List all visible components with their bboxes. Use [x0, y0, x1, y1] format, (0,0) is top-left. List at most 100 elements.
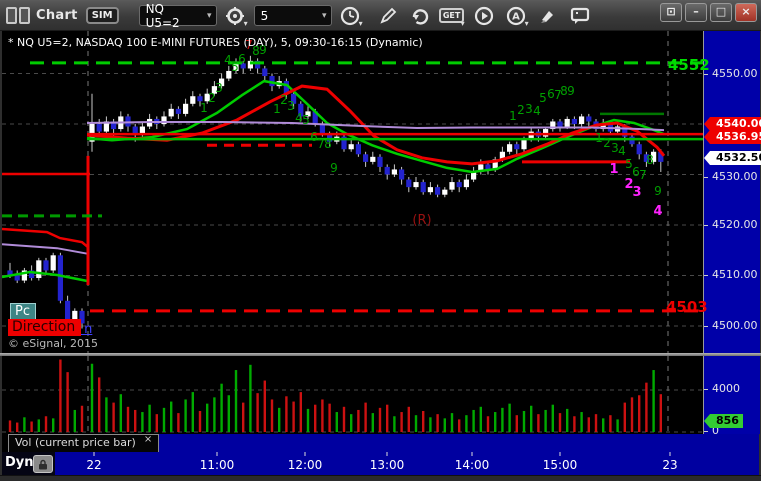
axis-tick: [304, 452, 306, 456]
time-axis-label: 11:00: [199, 458, 235, 472]
symbol-select[interactable]: NQ U5=2 ▾: [138, 2, 217, 30]
chart-title: * NQ U5=2, NASDAQ 100 E-MINI FUTURES (DA…: [8, 36, 423, 49]
get-studies-button[interactable]: GET ▾: [438, 5, 465, 28]
price-axis-label: 4530.00: [712, 170, 758, 183]
minimize-button[interactable]: –: [685, 3, 707, 22]
price-marker-bubble: 4536.95: [703, 130, 761, 144]
axis-tick: [704, 389, 708, 390]
time-axis-label: 12:00: [287, 458, 323, 472]
resistance-level-label: 4552: [668, 56, 710, 74]
chevron-down-icon: ▾: [207, 10, 212, 21]
chevron-down-icon: ▾: [524, 18, 529, 28]
axis-tick: [704, 275, 708, 276]
price-marker-bubble: 856: [704, 414, 743, 428]
trade-count-annotation: 9: [330, 161, 338, 175]
price-axis-label: 4510.00: [712, 268, 758, 281]
maximize-button[interactable]: □: [710, 3, 732, 22]
price-marker-bubble: 4532.50: [703, 151, 761, 165]
chevron-down-icon: ▾: [358, 18, 363, 28]
symbol-value: NQ U5=2: [145, 1, 180, 30]
price-marker-bubble: 4540.00: [703, 117, 761, 131]
window-controls: ⊡ – □ ×: [660, 3, 757, 22]
prev-day-purple-ma: [1, 243, 89, 255]
toolbar: Chart SIM NQ U5=2 ▾ ▾ 5 ▾ ▾ GET ▾ A ▾ ⊡ …: [0, 1, 761, 31]
volume-bars-group: [8, 359, 662, 432]
time-axis[interactable]: Dyn 22 11:00 12:00 13:00 14:00 15:00 23: [2, 452, 759, 475]
purple-ma: [86, 121, 665, 132]
refresh-button[interactable]: [407, 5, 433, 27]
slow-ma: [86, 84, 666, 166]
trade-count-annotation: 1: [595, 131, 603, 145]
axis-tick: [559, 452, 561, 456]
window-title: Chart: [36, 8, 78, 23]
trade-count-annotation: 2: [603, 136, 611, 150]
dyn-mode-label[interactable]: Dyn: [5, 455, 34, 470]
price-pane[interactable]: 1234567891234567891234567891234567891234…: [1, 31, 703, 353]
brush-icon: [540, 10, 553, 23]
trade-count-annotation: 3: [215, 81, 223, 95]
symbol-settings-button[interactable]: ▾: [222, 5, 248, 28]
lock-button[interactable]: [33, 455, 53, 473]
close-button[interactable]: ×: [735, 3, 757, 22]
trade-count-annotation: 8: [324, 137, 332, 151]
trade-count-annotation: 7: [639, 168, 647, 182]
trade-count-annotation: 5: [302, 113, 310, 127]
direction-study-label: Direction: [8, 319, 82, 336]
paintbrush-button[interactable]: [535, 5, 561, 27]
tab-strip: Vol (current price bar) ×: [2, 434, 759, 453]
interval-value: 5: [260, 8, 269, 23]
axis-tick: [704, 225, 708, 226]
chevron-down-icon: ▾: [322, 10, 327, 21]
price-axis-label: 4500.00: [712, 319, 758, 332]
time-template-button[interactable]: ▾: [337, 5, 363, 28]
tab-label: Vol (current price bar): [15, 436, 136, 449]
gear-icon: [225, 6, 244, 25]
speech-bubble-icon: [570, 7, 589, 24]
chart-window: Chart SIM NQ U5=2 ▾ ▾ 5 ▾ ▾ GET ▾ A ▾ ⊡ …: [0, 0, 761, 481]
chevron-down-icon: ▾: [243, 18, 248, 28]
draw-tool-button[interactable]: [375, 5, 401, 27]
sim-badge: SIM: [85, 7, 119, 24]
play-icon: [474, 6, 493, 25]
trade-count-annotation: 5: [539, 91, 547, 105]
trade-count-annotation: 1: [609, 162, 618, 177]
axis-tick: [471, 452, 473, 456]
trade-count-annotation: 6: [238, 52, 246, 66]
trade-count-annotation: 4: [618, 144, 626, 158]
trade-count-annotation: 4: [533, 104, 541, 118]
time-axis-label: 13:00: [369, 458, 405, 472]
time-axis-label: 15:00: [542, 458, 578, 472]
axis-tick: [93, 452, 95, 456]
tab-volume-study[interactable]: Vol (current price bar) ×: [8, 434, 160, 453]
volume-pane[interactable]: [2, 356, 703, 434]
axis-tick: [704, 177, 708, 178]
auto-trade-button[interactable]: A ▾: [503, 5, 529, 28]
trade-count-annotation: (R): [412, 213, 431, 228]
trade-count-annotation: 9: [567, 84, 575, 98]
curved-arrow-icon: [412, 8, 428, 25]
chevron-down-icon: ▾: [460, 18, 465, 28]
trade-count-annotation: 1: [200, 101, 208, 115]
interval-select[interactable]: 5 ▾: [253, 5, 332, 26]
axis-tick: [704, 74, 708, 75]
svg-text:A: A: [512, 11, 520, 22]
price-chart-svg: 1234 567 8 912 34 56 7 891 2 3 45 6 78 91 2 3 456 7891234…: [1, 31, 703, 353]
window-layout-icon[interactable]: [6, 7, 30, 24]
close-icon[interactable]: ×: [144, 435, 152, 445]
pane-divider[interactable]: [0, 353, 761, 356]
lock-icon: [39, 459, 47, 469]
replay-button[interactable]: [471, 5, 497, 27]
trade-count-annotation: 3: [287, 99, 295, 113]
axis-tick: [704, 431, 708, 432]
restore-down-button[interactable]: ⊡: [660, 3, 682, 22]
price-axis[interactable]: 4550.00 4530.00 4520.00 4510.00 4500.00 4000 0…: [703, 31, 761, 437]
chat-note-button[interactable]: [567, 5, 593, 27]
axis-tick: [386, 452, 388, 456]
price-axis-label: 4520.00: [712, 218, 758, 231]
trade-count-annotation: 2: [517, 103, 525, 117]
time-axis-label: 22: [86, 458, 102, 472]
trade-count-annotation: 4: [653, 204, 662, 219]
axis-tick: [216, 452, 218, 456]
price-axis-label: 4000: [712, 382, 740, 395]
trade-count-annotation: 9: [654, 184, 662, 198]
